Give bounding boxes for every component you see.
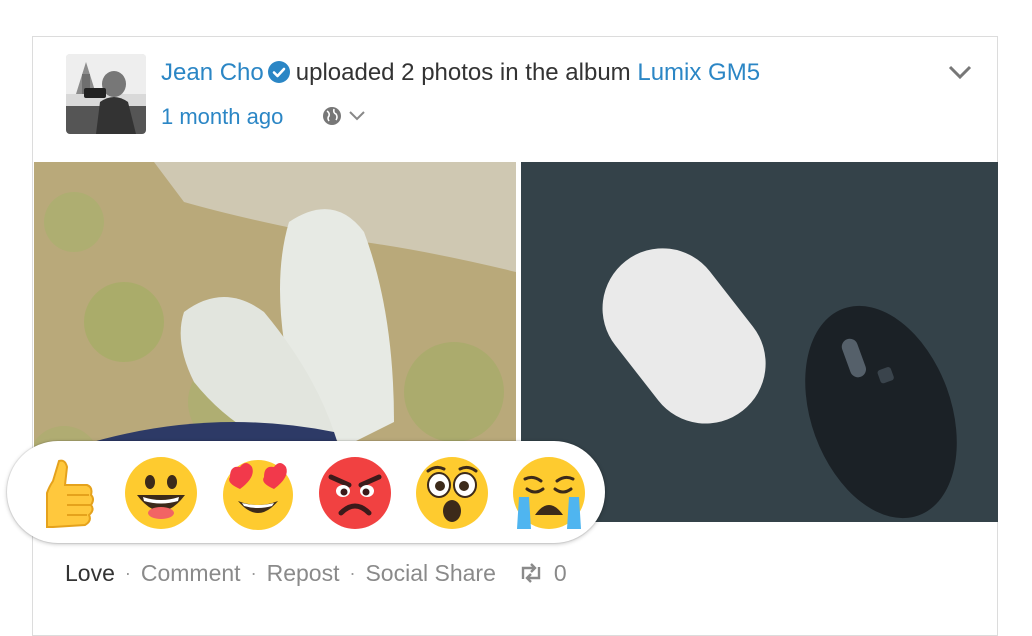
reaction-bar bbox=[7, 441, 605, 543]
reaction-sad-icon[interactable] bbox=[511, 455, 587, 531]
comment-action[interactable]: Comment bbox=[141, 557, 241, 589]
post-actions: Love · Comment · Repost · Social Share 0 bbox=[65, 557, 567, 589]
separator: · bbox=[349, 563, 356, 583]
post-meta: 1 month ago bbox=[161, 102, 283, 132]
reaction-angry-icon[interactable] bbox=[317, 455, 393, 531]
reaction-love-icon[interactable] bbox=[220, 455, 296, 531]
repost-action[interactable]: Repost bbox=[267, 557, 340, 589]
repost-icon[interactable] bbox=[518, 563, 544, 583]
reaction-haha-icon[interactable] bbox=[123, 455, 199, 531]
social-share-action[interactable]: Social Share bbox=[365, 557, 495, 589]
love-action[interactable]: Love bbox=[65, 557, 115, 589]
privacy-selector[interactable] bbox=[322, 106, 366, 126]
reaction-wow-icon[interactable] bbox=[414, 455, 490, 531]
separator: · bbox=[124, 563, 131, 583]
reaction-like-icon[interactable] bbox=[25, 455, 101, 531]
album-link[interactable]: Lumix GM5 bbox=[637, 59, 760, 86]
verified-icon bbox=[267, 61, 290, 83]
avatar[interactable] bbox=[66, 54, 146, 134]
action-text: uploaded 2 photos in the album bbox=[295, 59, 631, 86]
author-link[interactable]: Jean Cho bbox=[161, 59, 264, 86]
post-options-chevron-icon[interactable] bbox=[946, 60, 974, 84]
post-headline: Jean Cho uploaded 2 photos in the album L… bbox=[161, 57, 760, 89]
repost-count: 0 bbox=[553, 560, 567, 586]
globe-icon bbox=[323, 107, 341, 125]
separator: · bbox=[250, 563, 257, 583]
chevron-down-icon bbox=[349, 111, 365, 121]
timestamp-link[interactable]: 1 month ago bbox=[161, 104, 283, 129]
